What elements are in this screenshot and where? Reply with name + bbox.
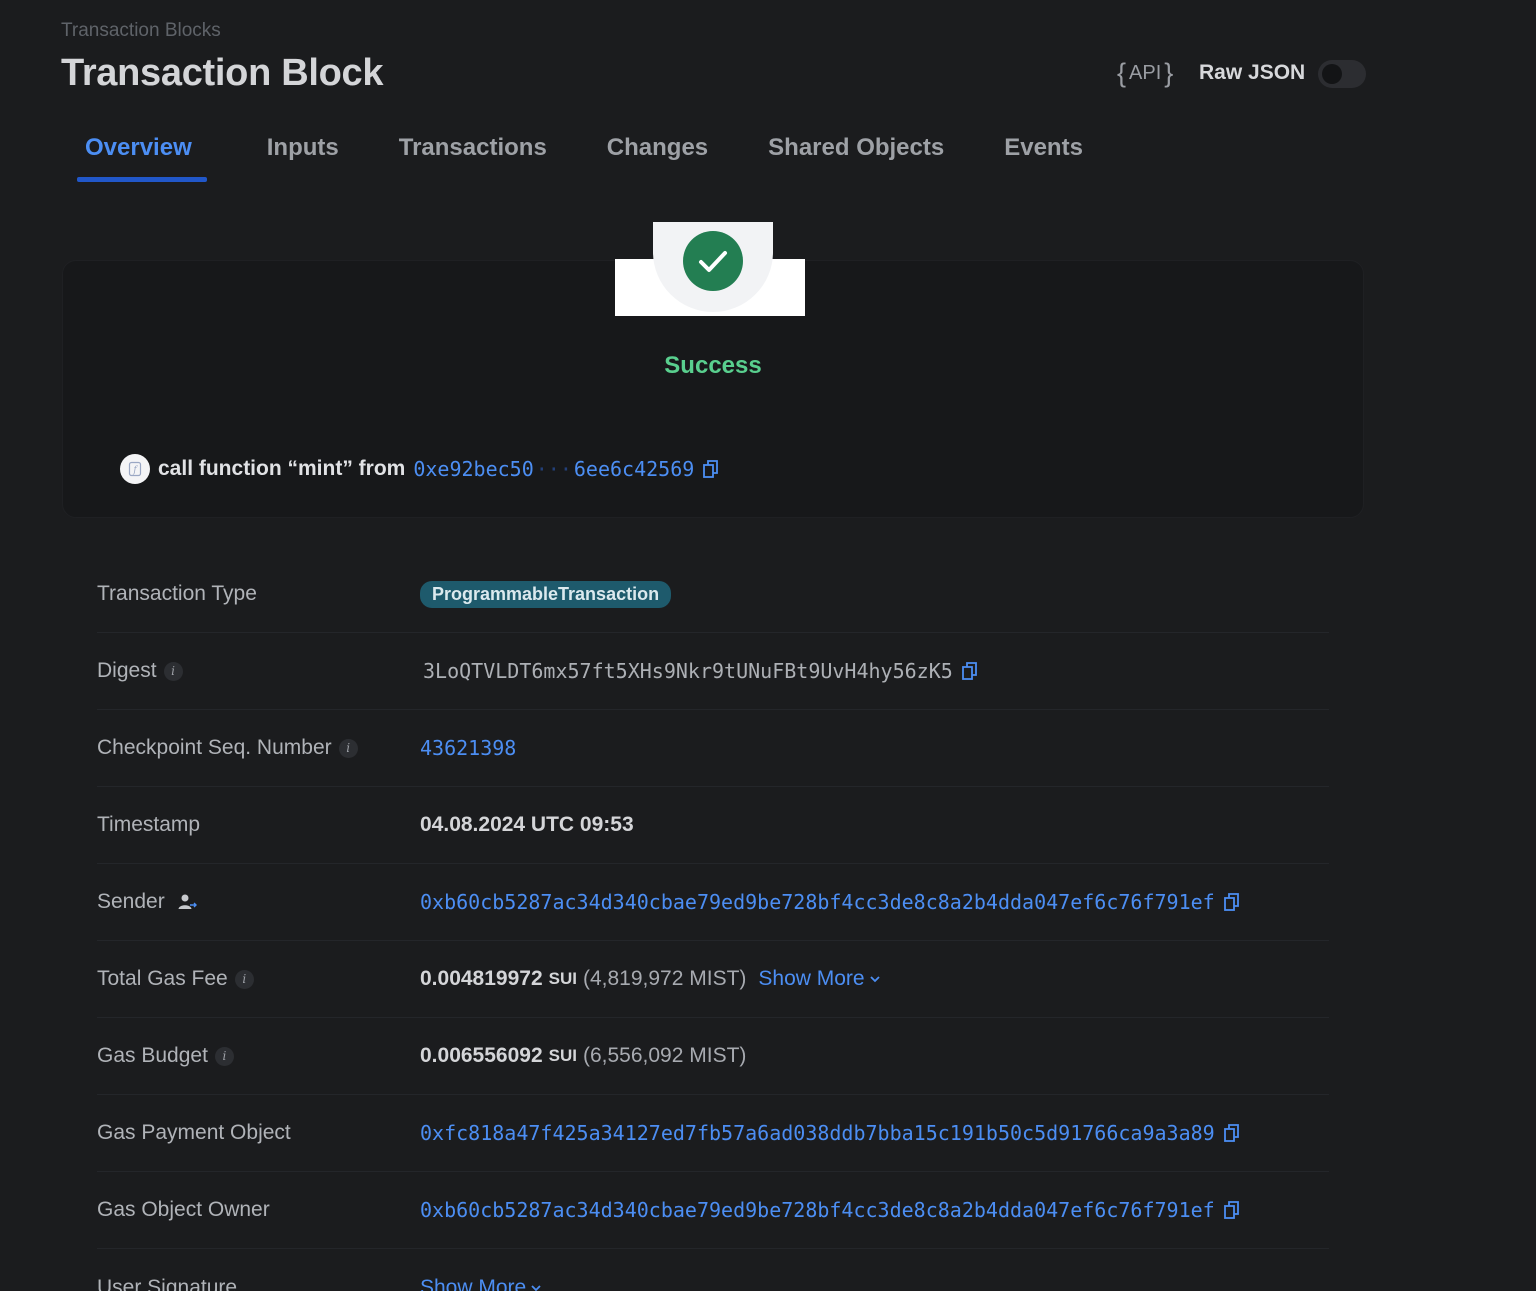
gas-object-owner-address[interactable]: 0xb60cb5287ac34d340cbae79ed9be728bf4cc3d…: [420, 1198, 1215, 1222]
copy-icon[interactable]: [1223, 1123, 1241, 1143]
checkpoint-label: Checkpoint Seq. Number i: [97, 736, 420, 760]
total-gas-fee-unit: SUI: [548, 969, 577, 988]
row-sender: Sender 0xb60cb5287ac34d340cbae79ed9be728…: [97, 864, 1329, 941]
timestamp-value: 04.08.2024 UTC 09:53: [420, 813, 634, 836]
row-gas-object-owner: Gas Object Owner 0xb60cb5287ac34d340cbae…: [97, 1172, 1329, 1249]
row-checkpoint: Checkpoint Seq. Number i 43621398: [97, 710, 1329, 787]
svg-text:f: f: [132, 466, 138, 476]
user-signature-label: User Signature: [97, 1275, 238, 1291]
sender-address[interactable]: 0xb60cb5287ac34d340cbae79ed9be728bf4cc3d…: [420, 890, 1215, 914]
info-icon[interactable]: i: [214, 1046, 234, 1066]
digest-value: 3LoQTVLDT6mx57ft5XHs9Nkr9tUNuFBt9UvH4hy5…: [423, 659, 953, 683]
row-gas-budget: Gas Budget i 0.006556092 SUI (6,556,092 M…: [97, 1018, 1329, 1095]
copy-icon[interactable]: [961, 661, 979, 681]
transaction-block-page: Transaction Blocks Transaction Block { A…: [0, 0, 1536, 1291]
user-icon: [178, 894, 197, 909]
row-user-signature: User Signature Show More: [97, 1249, 1329, 1291]
timestamp-label: Timestamp: [97, 813, 201, 836]
tab-inputs[interactable]: Inputs: [267, 128, 339, 182]
address-ellipsis: ···: [535, 457, 572, 481]
api-label: API: [1129, 62, 1162, 84]
page-title: Transaction Block: [61, 52, 384, 94]
call-text: call function “mint” from: [158, 457, 406, 480]
tab-events[interactable]: Events: [1004, 128, 1083, 182]
digest-label: Digest i: [97, 659, 420, 683]
tab-changes[interactable]: Changes: [607, 128, 708, 182]
call-summary: f call function “mint” from 0xe92bec50 ·…: [120, 454, 720, 484]
tab-transactions[interactable]: Transactions: [399, 128, 547, 182]
status-text: Success: [664, 352, 762, 379]
package-address-start[interactable]: 0xe92bec50: [413, 457, 533, 481]
details-list: Transaction Type ProgrammableTransaction…: [97, 556, 1329, 1291]
info-icon[interactable]: i: [234, 969, 254, 989]
brace-close-icon: }: [1164, 58, 1174, 88]
gas-payment-object-label: Gas Payment Object: [97, 1121, 291, 1144]
function-icon: f: [120, 454, 150, 484]
info-icon[interactable]: i: [163, 661, 183, 681]
gas-budget-label: Gas Budget i: [97, 1044, 420, 1068]
gas-payment-object-id[interactable]: 0xfc818a47f425a34127ed7fb57a6ad038ddb7bb…: [420, 1121, 1215, 1145]
row-timestamp: Timestamp 04.08.2024 UTC 09:53: [97, 787, 1329, 864]
info-icon[interactable]: i: [338, 738, 358, 758]
api-button[interactable]: { API }: [1117, 58, 1173, 89]
show-more-gas-button[interactable]: Show More: [758, 967, 880, 991]
row-gas-payment-object: Gas Payment Object 0xfc818a47f425a34127e…: [97, 1095, 1329, 1172]
tab-bar: Overview Inputs Transactions Changes Sha…: [77, 128, 1143, 182]
row-digest: Digest i 3LoQTVLDT6mx57ft5XHs9Nkr9tUNuFBt…: [97, 633, 1329, 710]
chevron-down-icon: [531, 1284, 541, 1291]
gas-object-owner-label: Gas Object Owner: [97, 1198, 270, 1221]
copy-icon[interactable]: [1223, 1200, 1241, 1220]
chevron-down-icon: [869, 976, 880, 983]
raw-json-label: Raw JSON: [1199, 61, 1306, 84]
tab-overview[interactable]: Overview: [77, 128, 207, 182]
transaction-type-label: Transaction Type: [97, 582, 257, 605]
total-gas-fee-label: Total Gas Fee i: [97, 967, 420, 991]
breadcrumb[interactable]: Transaction Blocks: [61, 20, 221, 42]
check-icon: [699, 251, 727, 272]
row-total-gas-fee: Total Gas Fee i 0.004819972 SUI (4,819,97…: [97, 941, 1329, 1018]
sender-label: Sender: [97, 890, 420, 914]
show-more-signature-button[interactable]: Show More: [420, 1276, 542, 1291]
transaction-type-pill: ProgrammableTransaction: [420, 580, 672, 608]
gas-budget-amount: 0.006556092: [420, 1044, 543, 1067]
status-badge: [683, 231, 743, 291]
package-address-end[interactable]: 6ee6c42569: [574, 457, 694, 481]
brace-open-icon: {: [1117, 58, 1127, 88]
raw-json-toggle[interactable]: [1318, 60, 1366, 88]
copy-icon[interactable]: [702, 459, 720, 479]
gas-budget-mist: (6,556,092 MIST): [582, 1044, 747, 1067]
row-transaction-type: Transaction Type ProgrammableTransaction: [97, 556, 1329, 633]
copy-icon[interactable]: [1223, 892, 1241, 912]
toggle-knob: [1322, 64, 1342, 84]
tab-shared-objects[interactable]: Shared Objects: [768, 128, 944, 182]
total-gas-fee-amount: 0.004819972: [420, 967, 543, 990]
gas-budget-unit: SUI: [548, 1046, 577, 1065]
total-gas-fee-mist: (4,819,972 MIST): [582, 967, 747, 990]
checkpoint-link[interactable]: 43621398: [420, 736, 516, 760]
